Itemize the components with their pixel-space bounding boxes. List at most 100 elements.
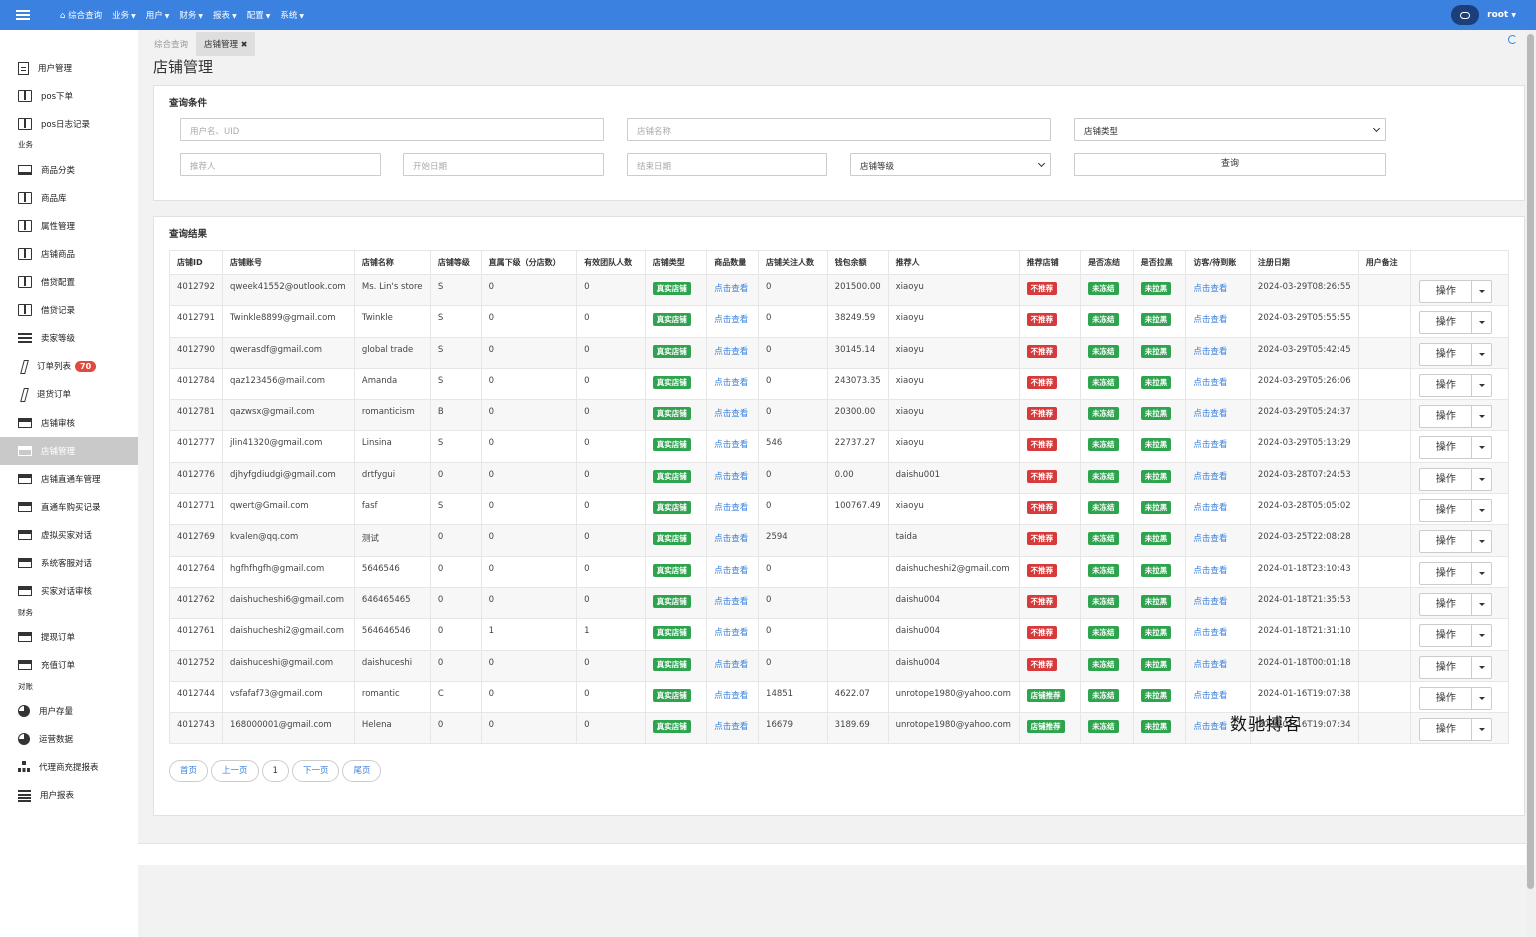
actions-button[interactable]: 操作	[1420, 656, 1473, 678]
actions-button[interactable]: 操作	[1420, 437, 1473, 459]
actions-dropdown[interactable]: 操作	[1419, 530, 1493, 554]
caret-down-icon[interactable]	[1472, 500, 1491, 521]
actions-dropdown[interactable]: 操作	[1419, 499, 1493, 523]
visitors-link[interactable]: 点击查看	[1193, 597, 1227, 607]
goods-count-link[interactable]: 点击查看	[714, 347, 748, 357]
actions-button[interactable]: 操作	[1420, 312, 1473, 334]
actions-button[interactable]: 操作	[1420, 687, 1473, 709]
goods-count-link[interactable]: 点击查看	[714, 409, 748, 419]
visitors-link[interactable]: 点击查看	[1193, 566, 1227, 576]
shop-name-input[interactable]: 店铺名称	[627, 118, 1051, 141]
sidebar-item-5[interactable]: 属性管理	[0, 212, 138, 240]
first-page-button[interactable]: 首页	[169, 760, 209, 782]
sidebar-item-23[interactable]: 代理商充提报表	[0, 753, 138, 781]
sidebar-item-3[interactable]: 商品分类	[0, 156, 138, 184]
goods-count-link[interactable]: 点击查看	[714, 660, 748, 670]
refresh-icon[interactable]	[1508, 35, 1517, 44]
nav-menu-3[interactable]: 财务 ▼	[179, 9, 203, 21]
caret-down-icon[interactable]	[1472, 406, 1491, 427]
caret-down-icon[interactable]	[1472, 688, 1491, 709]
goods-count-link[interactable]: 点击查看	[714, 440, 748, 450]
goods-count-link[interactable]: 点击查看	[714, 472, 748, 482]
actions-dropdown[interactable]: 操作	[1419, 405, 1493, 429]
actions-button[interactable]: 操作	[1420, 406, 1473, 428]
goods-count-link[interactable]: 点击查看	[714, 628, 748, 638]
actions-dropdown[interactable]: 操作	[1419, 342, 1493, 366]
search-button[interactable]: 查询	[1074, 153, 1386, 176]
sidebar-item-20[interactable]: 充值订单	[0, 651, 138, 679]
actions-button[interactable]: 操作	[1420, 281, 1473, 302]
sidebar-item-24[interactable]: 用户报表	[0, 781, 138, 809]
goods-count-link[interactable]: 点击查看	[714, 284, 748, 294]
actions-button[interactable]: 操作	[1420, 343, 1473, 365]
chat-icon[interactable]	[1451, 5, 1480, 25]
actions-button[interactable]: 操作	[1420, 500, 1473, 522]
sidebar-item-13[interactable]: 店铺管理	[0, 437, 138, 465]
caret-down-icon[interactable]	[1472, 344, 1491, 365]
sidebar-item-15[interactable]: 直通车购买记录	[0, 493, 138, 521]
actions-dropdown[interactable]: 操作	[1419, 311, 1493, 335]
visitors-link[interactable]: 点击查看	[1193, 691, 1227, 701]
sidebar-item-7[interactable]: 借贷配置	[0, 268, 138, 296]
actions-button[interactable]: 操作	[1420, 593, 1473, 615]
caret-down-icon[interactable]	[1472, 657, 1491, 678]
sidebar-item-11[interactable]: 退货订单	[0, 380, 138, 408]
sidebar-item-19[interactable]: 提现订单	[0, 623, 138, 651]
actions-dropdown[interactable]: 操作	[1419, 280, 1493, 303]
sidebar-item-16[interactable]: 虚拟买家对话	[0, 521, 138, 549]
goods-count-link[interactable]: 点击查看	[714, 722, 748, 732]
goods-count-link[interactable]: 点击查看	[714, 378, 748, 388]
referrer-input[interactable]: 推荐人	[180, 153, 381, 176]
nav-menu-2[interactable]: 用户 ▼	[146, 9, 170, 21]
sidebar-item-17[interactable]: 系统客服对话	[0, 549, 138, 577]
caret-down-icon[interactable]	[1472, 625, 1491, 646]
goods-count-link[interactable]: 点击查看	[714, 534, 748, 544]
sidebar-item-1[interactable]: pos下单	[0, 82, 138, 110]
username-uid-input[interactable]: 用户名、UID	[180, 118, 604, 141]
caret-down-icon[interactable]	[1472, 563, 1491, 584]
actions-dropdown[interactable]: 操作	[1419, 592, 1493, 616]
nav-menu-6[interactable]: 系统 ▼	[280, 9, 304, 21]
sidebar-item-22[interactable]: 运营数据	[0, 725, 138, 753]
visitors-link[interactable]: 点击查看	[1193, 347, 1227, 357]
caret-down-icon[interactable]	[1472, 719, 1491, 740]
sidebar-item-2[interactable]: pos日志记录	[0, 110, 138, 138]
actions-dropdown[interactable]: 操作	[1419, 467, 1493, 491]
caret-down-icon[interactable]	[1472, 375, 1491, 396]
sidebar-item-6[interactable]: 店铺商品	[0, 240, 138, 268]
actions-dropdown[interactable]: 操作	[1419, 561, 1493, 585]
goods-count-link[interactable]: 点击查看	[714, 691, 748, 701]
sidebar-item-18[interactable]: 买家对话审核	[0, 577, 138, 605]
goods-count-link[interactable]: 点击查看	[714, 597, 748, 607]
caret-down-icon[interactable]	[1472, 594, 1491, 615]
caret-down-icon[interactable]	[1472, 469, 1491, 490]
visitors-link[interactable]: 点击查看	[1193, 503, 1227, 513]
tab-close-icon[interactable]: ✖	[241, 40, 248, 49]
sidebar-item-0[interactable]: 用户管理	[0, 54, 138, 82]
actions-dropdown[interactable]: 操作	[1419, 624, 1493, 648]
actions-dropdown[interactable]: 操作	[1419, 686, 1493, 710]
last-page-button[interactable]: 尾页	[342, 760, 382, 782]
visitors-link[interactable]: 点击查看	[1193, 378, 1227, 388]
sidebar-item-4[interactable]: 商品库	[0, 184, 138, 212]
actions-button[interactable]: 操作	[1420, 531, 1473, 553]
actions-dropdown[interactable]: 操作	[1419, 655, 1493, 679]
sidebar-item-14[interactable]: 店铺直通车管理	[0, 465, 138, 493]
menu-toggle-icon[interactable]	[0, 0, 46, 30]
nav-menu-0[interactable]: ⌂ 综合查询	[60, 9, 102, 21]
visitors-link[interactable]: 点击查看	[1193, 315, 1227, 325]
actions-button[interactable]: 操作	[1420, 625, 1473, 647]
caret-down-icon[interactable]	[1472, 531, 1491, 552]
actions-dropdown[interactable]: 操作	[1419, 436, 1493, 460]
sidebar-item-10[interactable]: 订单列表 70	[0, 352, 138, 380]
tab-shop-management[interactable]: 店铺管理 ✖	[196, 32, 256, 56]
end-date-input[interactable]: 结束日期	[627, 153, 827, 176]
visitors-link[interactable]: 点击查看	[1193, 660, 1227, 670]
sidebar-item-9[interactable]: 卖家等级	[0, 324, 138, 352]
nav-menu-1[interactable]: 业务 ▼	[112, 9, 136, 21]
visitors-link[interactable]: 点击查看	[1193, 534, 1227, 544]
sidebar-item-21[interactable]: 用户存量	[0, 697, 138, 725]
user-menu[interactable]: root ▼	[1487, 10, 1516, 20]
actions-dropdown[interactable]: 操作	[1419, 718, 1493, 742]
actions-button[interactable]: 操作	[1420, 719, 1473, 741]
